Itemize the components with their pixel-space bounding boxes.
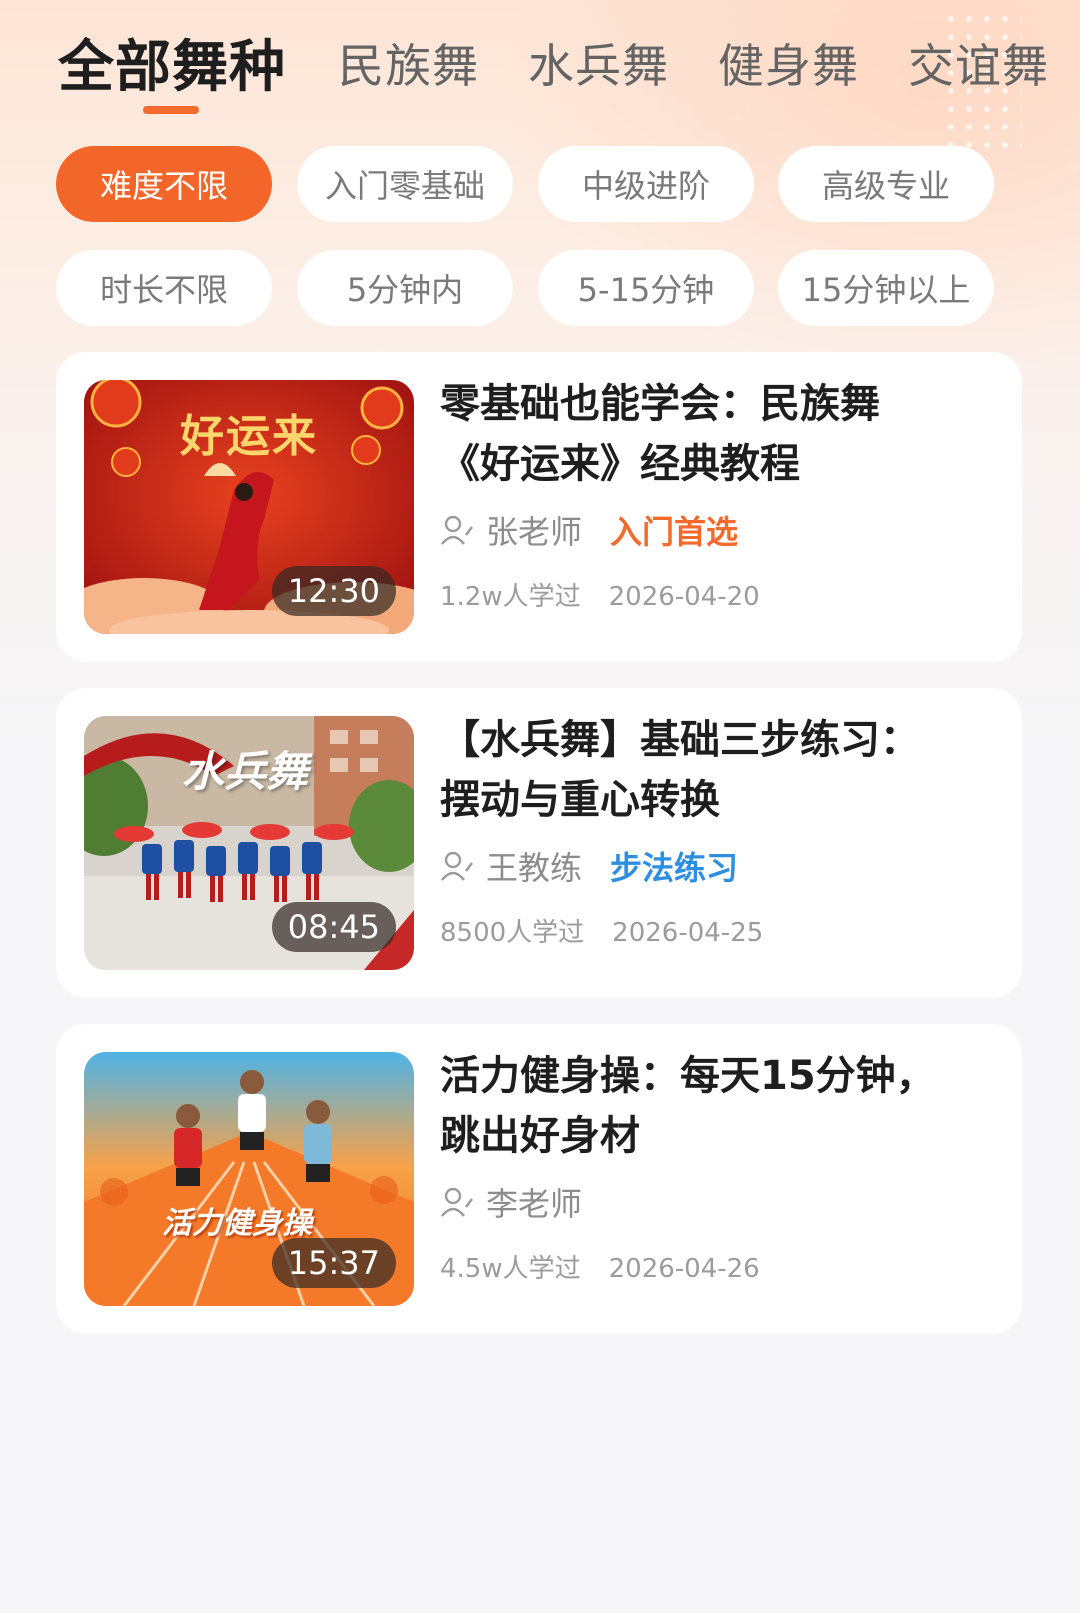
chip-duration-over-15[interactable]: 15分钟以上 <box>778 250 994 326</box>
course-title-line: 零基础也能学会：民族舞 <box>440 381 880 427</box>
course-info: 【水兵舞】基础三步练习： 摆动与重心转换 王教练 步法练习 8500人学过 202… <box>440 710 1000 949</box>
course-title-line: 活力健身操：每天15分钟， <box>440 1053 936 1099</box>
teacher-name: 王教练 <box>486 849 583 887</box>
course-stats: 8500人学过 2026-04-25 <box>440 912 1000 949</box>
tab-all-dances[interactable]: 全部舞种 <box>58 22 286 103</box>
person-icon <box>441 851 473 881</box>
course-title[interactable]: 活力健身操：每天15分钟， 跳出好身材 <box>440 1046 1000 1166</box>
chip-duration-under-5[interactable]: 5分钟内 <box>297 250 513 326</box>
tab-ballroom-dance[interactable]: 交谊舞 <box>908 30 1049 96</box>
course-meta: 李老师 <box>440 1180 1000 1224</box>
learner-count: 4.5w人学过 <box>440 1254 581 1284</box>
tab-folk-dance[interactable]: 民族舞 <box>338 30 479 96</box>
chip-duration-any[interactable]: 时长不限 <box>56 250 272 326</box>
learner-count: 1.2w人学过 <box>440 582 581 612</box>
teacher-name: 李老师 <box>486 1185 583 1223</box>
course-card[interactable]: 水兵舞 08:45 【水兵舞】基础三步练习： 摆动与重心转换 王教练 步法练习 … <box>56 688 1022 998</box>
thumbnail-title: 好运来 <box>180 411 318 462</box>
learner-count: 8500人学过 <box>440 918 585 948</box>
course-card[interactable]: 好运来 12:30 零基础也能学会：民族舞 《好运来》经典教程 张老师 入门首选… <box>56 352 1022 662</box>
thumbnail-title: 活力健身操 <box>162 1206 312 1241</box>
chip-difficulty-advanced[interactable]: 高级专业 <box>778 146 994 222</box>
course-title-line: 摆动与重心转换 <box>440 777 720 823</box>
duration-filter-row: 时长不限 5分钟内 5-15分钟 15分钟以上 <box>56 250 1016 326</box>
course-thumbnail[interactable]: 活力健身操 15:37 <box>84 1052 414 1306</box>
course-title-line: 《好运来》经典教程 <box>440 441 800 487</box>
course-thumbnail[interactable]: 水兵舞 08:45 <box>84 716 414 970</box>
course-info: 活力健身操：每天15分钟， 跳出好身材 李老师 4.5w人学过 2026-04-2… <box>440 1046 1000 1285</box>
publish-date: 2026-04-25 <box>612 918 764 948</box>
page: 全部舞种 民族舞 水兵舞 健身舞 交谊舞 难度不限 入门零基础 中级进阶 高级专… <box>0 0 1080 1613</box>
duration-badge: 08:45 <box>271 902 396 952</box>
course-info: 零基础也能学会：民族舞 《好运来》经典教程 张老师 入门首选 1.2w人学过 20… <box>440 374 1000 613</box>
teacher-name: 张老师 <box>486 513 583 551</box>
course-tag: 入门首选 <box>610 513 739 551</box>
chip-difficulty-beginner[interactable]: 入门零基础 <box>297 146 513 222</box>
person-icon <box>441 515 473 545</box>
chip-difficulty-intermediate[interactable]: 中级进阶 <box>538 146 754 222</box>
chip-duration-5-15[interactable]: 5-15分钟 <box>538 250 754 326</box>
course-tag: 步法练习 <box>610 849 739 887</box>
course-title-line: 跳出好身材 <box>440 1113 640 1159</box>
course-title[interactable]: 零基础也能学会：民族舞 《好运来》经典教程 <box>440 374 1000 494</box>
course-title[interactable]: 【水兵舞】基础三步练习： 摆动与重心转换 <box>440 710 1000 830</box>
publish-date: 2026-04-20 <box>608 582 760 612</box>
duration-badge: 12:30 <box>271 566 396 616</box>
tab-fitness-dance[interactable]: 健身舞 <box>718 30 859 96</box>
course-stats: 4.5w人学过 2026-04-26 <box>440 1248 1000 1285</box>
tab-indicator <box>143 106 199 114</box>
course-title-line: 【水兵舞】基础三步练习： <box>440 717 920 763</box>
duration-badge: 15:37 <box>271 1238 396 1288</box>
difficulty-filter-row: 难度不限 入门零基础 中级进阶 高级专业 <box>56 146 1016 222</box>
publish-date: 2026-04-26 <box>608 1254 760 1284</box>
course-meta: 张老师 入门首选 <box>440 508 1000 552</box>
course-stats: 1.2w人学过 2026-04-20 <box>440 576 1000 613</box>
thumbnail-title: 水兵舞 <box>182 747 309 796</box>
course-thumbnail[interactable]: 好运来 12:30 <box>84 380 414 634</box>
course-card[interactable]: 活力健身操 15:37 活力健身操：每天15分钟， 跳出好身材 李老师 4.5w… <box>56 1024 1022 1334</box>
person-icon <box>441 1187 473 1217</box>
chip-difficulty-any[interactable]: 难度不限 <box>56 146 272 222</box>
course-meta: 王教练 步法练习 <box>440 844 1000 888</box>
tab-shuibing-dance[interactable]: 水兵舞 <box>528 30 669 96</box>
